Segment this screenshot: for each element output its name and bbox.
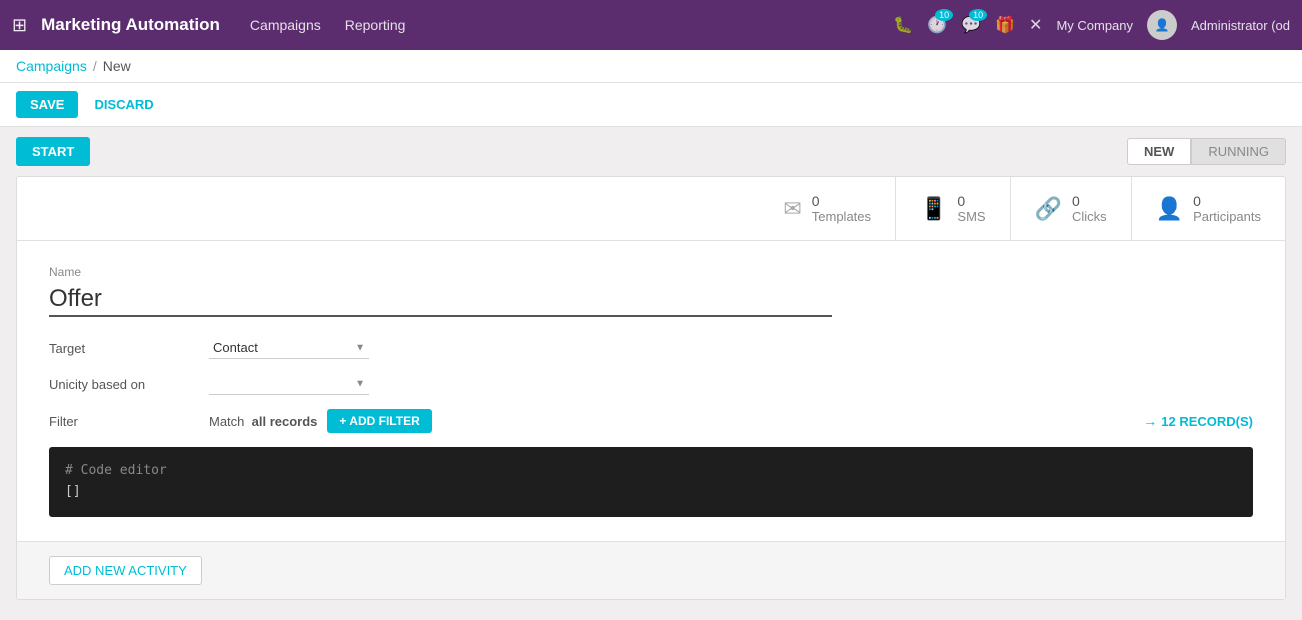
app-title: Marketing Automation [41,15,220,35]
breadcrumb-current: New [103,58,131,74]
nav-reporting[interactable]: Reporting [345,13,406,37]
templates-label: Templates [812,209,871,224]
nav-campaigns[interactable]: Campaigns [250,13,321,37]
chat-icon[interactable]: 💬 10 [961,15,981,35]
unicity-row: Unicity based on ▼ [49,373,1253,395]
clicks-count: 0 [1072,193,1107,209]
status-pill-running[interactable]: RUNNING [1191,138,1286,165]
filter-records-arrow: → [1143,413,1157,429]
company-name[interactable]: My Company [1056,18,1133,33]
chat-badge: 10 [969,9,987,21]
main-card: ✉ 0 Templates 📱 0 SMS 🔗 0 Clicks 👤 0 [16,176,1286,600]
topbar-right: 🐛 🕐 10 💬 10 🎁 ✕ My Company 👤 Administrat… [893,10,1290,40]
target-label: Target [49,341,209,356]
sms-icon: 📱 [920,196,947,222]
stat-sms[interactable]: 📱 0 SMS [896,177,1011,240]
breadcrumb-separator: / [93,58,97,74]
code-content: [] [65,484,1237,499]
clock-badge: 10 [935,9,953,21]
templates-count: 0 [812,193,871,209]
clicks-icon: 🔗 [1035,196,1062,222]
save-button[interactable]: SAVE [16,91,78,118]
breadcrumb: Campaigns / New [0,50,1302,83]
code-editor: # Code editor [] [49,447,1253,517]
code-comment: # Code editor [65,463,1237,478]
stat-clicks[interactable]: 🔗 0 Clicks [1011,177,1132,240]
name-label: Name [49,265,1253,279]
settings-icon[interactable]: ✕ [1029,15,1042,35]
filter-row: Filter Match all records + ADD FILTER → … [49,409,1253,433]
unicity-select-wrapper: ▼ [209,373,369,395]
form-area: Name Target Contact ▼ Unicity based on ▼ [17,241,1285,541]
stat-templates[interactable]: ✉ 0 Templates [759,177,896,240]
user-name: Administrator (od [1191,18,1290,33]
filter-content: Match all records + ADD FILTER → 12 RECO… [209,409,1253,433]
grid-icon[interactable]: ⊞ [12,15,27,36]
add-activity-bar: ADD NEW ACTIVITY [17,541,1285,599]
stat-participants[interactable]: 👤 0 Participants [1132,177,1285,240]
unicity-label: Unicity based on [49,377,209,392]
clock-icon[interactable]: 🕐 10 [927,15,947,35]
start-bar: START NEW RUNNING [0,127,1302,176]
start-button[interactable]: START [16,137,90,166]
filter-match-text: Match all records [209,414,317,429]
action-bar: SAVE DISCARD [0,83,1302,127]
breadcrumb-parent[interactable]: Campaigns [16,58,87,74]
status-pills: NEW RUNNING [1127,138,1286,165]
filter-records-count: 12 RECORD(S) [1161,414,1253,429]
participants-count: 0 [1193,193,1261,209]
unicity-select[interactable] [209,373,369,395]
filter-all-records: all records [252,414,318,429]
gift-icon[interactable]: 🎁 [995,15,1015,35]
topbar: ⊞ Marketing Automation Campaigns Reporti… [0,0,1302,50]
stats-row: ✉ 0 Templates 📱 0 SMS 🔗 0 Clicks 👤 0 [17,177,1285,241]
add-activity-button[interactable]: ADD NEW ACTIVITY [49,556,202,585]
discard-button[interactable]: DISCARD [86,91,161,118]
target-select[interactable]: Contact [209,337,369,359]
avatar[interactable]: 👤 [1147,10,1177,40]
main-nav: Campaigns Reporting [250,13,893,37]
sms-label: SMS [957,209,985,224]
filter-records-link[interactable]: → 12 RECORD(S) [1143,413,1253,429]
participants-icon: 👤 [1156,196,1183,222]
target-select-wrapper: Contact ▼ [209,337,369,359]
participants-label: Participants [1193,209,1261,224]
campaign-name-input[interactable] [49,283,832,317]
mail-icon: ✉ [783,196,801,222]
filter-label: Filter [49,414,209,429]
target-row: Target Contact ▼ [49,337,1253,359]
add-filter-button[interactable]: + ADD FILTER [327,409,431,433]
sms-count: 0 [957,193,985,209]
status-pill-new[interactable]: NEW [1127,138,1191,165]
clicks-label: Clicks [1072,209,1107,224]
bug-icon[interactable]: 🐛 [893,15,913,35]
